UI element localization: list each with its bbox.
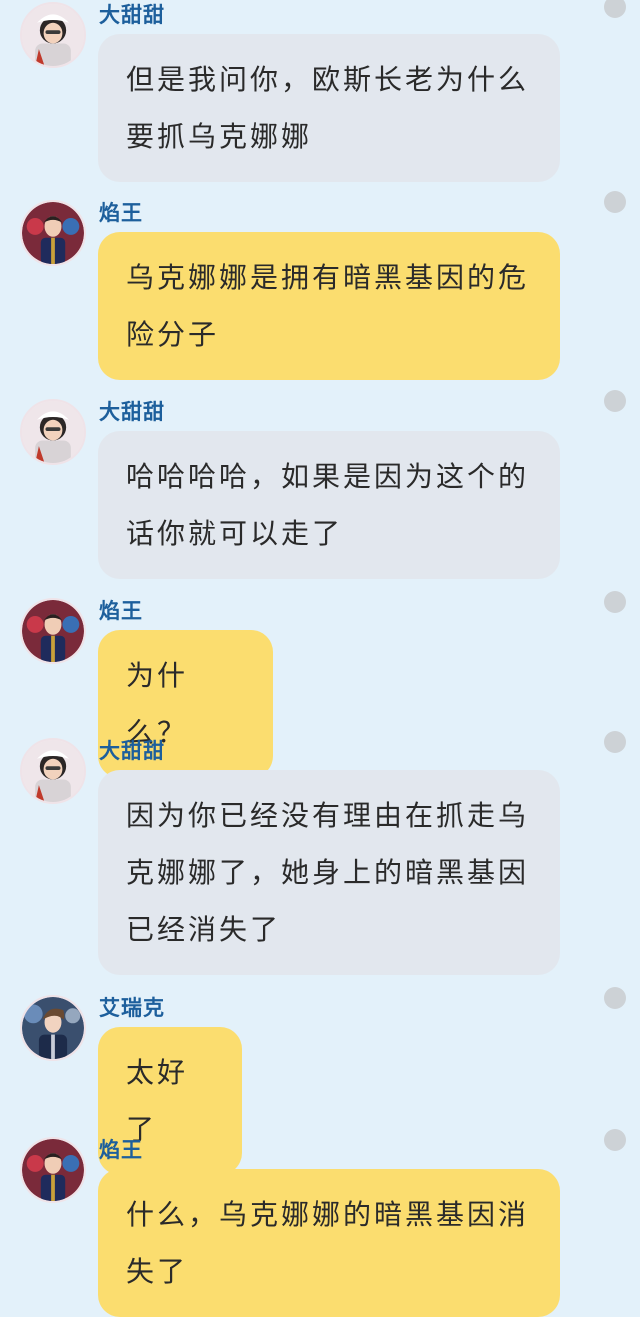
message-bubble[interactable]: 乌克娜娜是拥有暗黑基因的危 险分子 xyxy=(98,232,560,380)
king-avatar-icon[interactable] xyxy=(20,200,86,266)
message-bubble[interactable]: 因为你已经没有理由在抓走乌 克娜娜了，她身上的暗黑基因 已经消失了 xyxy=(98,770,560,975)
sender-name: 焰王 xyxy=(99,1138,143,1162)
chat-window: 大甜甜 但是我问你，欧斯长老为什么 要抓乌克娜娜 焰王 乌克娜娜是拥有暗黑基因的… xyxy=(0,0,640,1317)
sender-name: 艾瑞克 xyxy=(99,996,165,1020)
sender-name: 大甜甜 xyxy=(99,400,165,424)
sender-name: 焰王 xyxy=(99,599,143,623)
king-avatar-icon[interactable] xyxy=(20,1137,86,1203)
sender-name: 大甜甜 xyxy=(99,739,165,763)
message-bubble[interactable]: 什么，乌克娜娜的暗黑基因消 失了 xyxy=(98,1169,560,1317)
message-bubble[interactable]: 但是我问你，欧斯长老为什么 要抓乌克娜娜 xyxy=(98,34,560,182)
message-bubble[interactable]: 哈哈哈哈，如果是因为这个的 话你就可以走了 xyxy=(98,431,560,579)
girl-avatar-icon[interactable] xyxy=(20,738,86,804)
sender-name: 大甜甜 xyxy=(99,3,165,27)
status-dot-icon xyxy=(604,390,626,412)
status-dot-icon xyxy=(604,987,626,1009)
status-dot-icon xyxy=(604,1129,626,1151)
status-dot-icon xyxy=(604,591,626,613)
girl-avatar-icon[interactable] xyxy=(20,399,86,465)
status-dot-icon xyxy=(604,731,626,753)
boy-avatar-icon[interactable] xyxy=(20,995,86,1061)
king-avatar-icon[interactable] xyxy=(20,598,86,664)
status-dot-icon xyxy=(604,0,626,18)
status-dot-icon xyxy=(604,191,626,213)
girl-avatar-icon[interactable] xyxy=(20,2,86,68)
sender-name: 焰王 xyxy=(99,201,143,225)
